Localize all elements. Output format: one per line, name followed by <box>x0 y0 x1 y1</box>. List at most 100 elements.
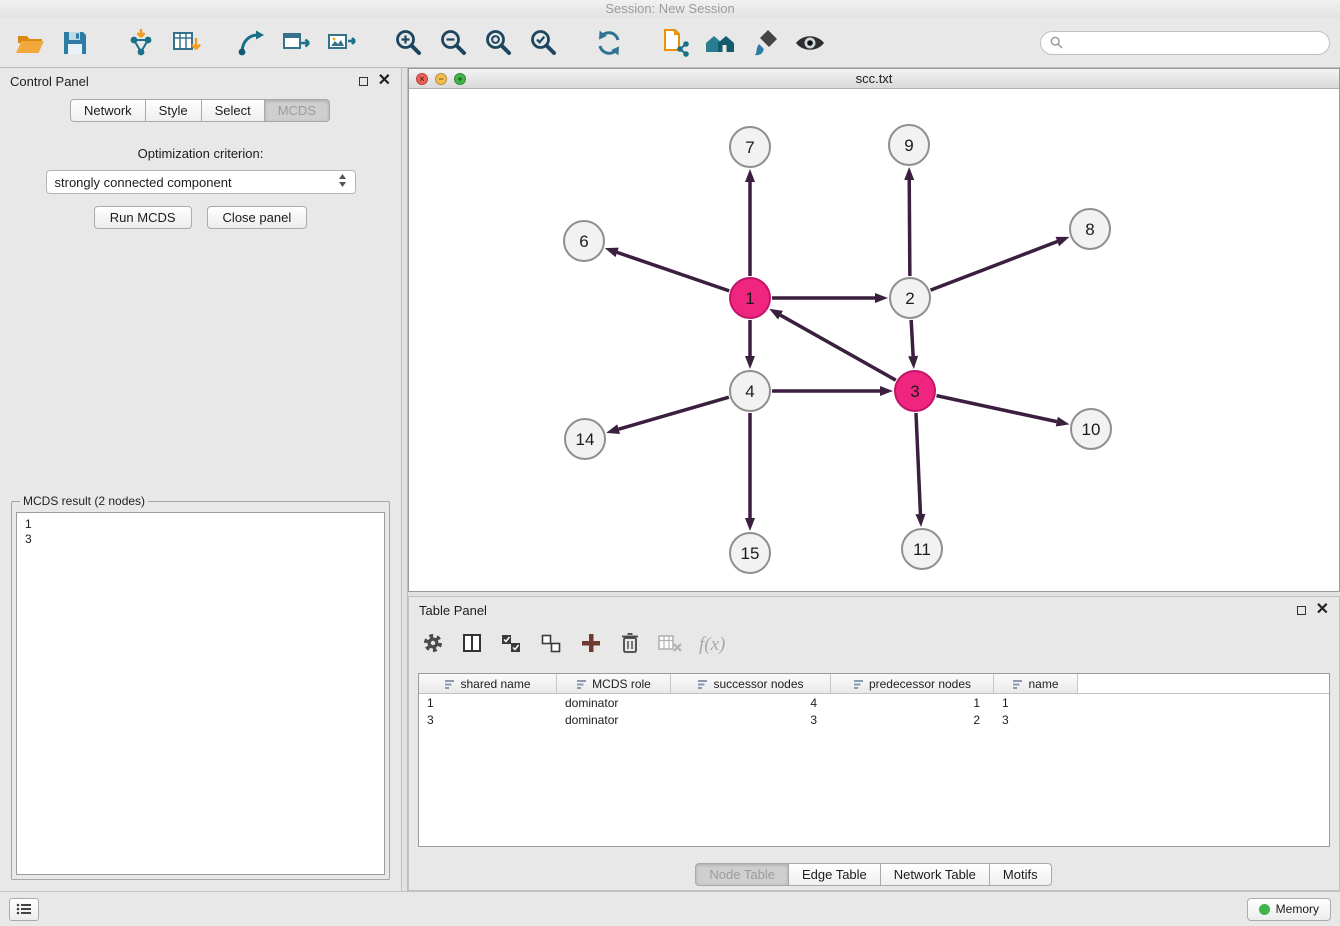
graph-edge-4-15[interactable] <box>745 413 755 531</box>
graph-node-9[interactable]: 9 <box>889 125 929 165</box>
tab-edge-table[interactable]: Edge Table <box>788 863 881 886</box>
graph-edge-2-3[interactable] <box>908 320 918 369</box>
svg-text:3: 3 <box>910 382 919 401</box>
float-table-panel-icon[interactable] <box>1297 606 1306 615</box>
run-mcds-button[interactable]: Run MCDS <box>94 206 192 229</box>
open-session-button[interactable] <box>10 23 50 63</box>
graph-node-15[interactable]: 15 <box>730 533 770 573</box>
style-brush-button[interactable] <box>745 23 785 63</box>
zoom-in-button[interactable] <box>388 23 428 63</box>
search-box[interactable] <box>1040 31 1330 55</box>
graph-edge-1-6[interactable] <box>605 248 729 291</box>
table-row[interactable]: 3dominator323 <box>419 711 1329 728</box>
graph-node-7[interactable]: 7 <box>730 127 770 167</box>
import-network-button[interactable] <box>121 23 161 63</box>
graph-node-3[interactable]: 3 <box>895 371 935 411</box>
mcds-result-list[interactable]: 13 <box>16 512 385 875</box>
zoom-out-icon <box>437 27 469 59</box>
graph-edge-1-2[interactable] <box>772 293 888 303</box>
split-columns-button[interactable] <box>461 632 483 659</box>
zoom-out-button[interactable] <box>433 23 473 63</box>
graph-edge-3-1[interactable] <box>769 309 896 380</box>
graph-edge-3-11[interactable] <box>915 413 925 527</box>
column-header-mcds-role[interactable]: MCDS role <box>557 674 671 693</box>
delete-column-button[interactable] <box>619 631 641 660</box>
table-cell[interactable]: dominator <box>557 696 671 710</box>
vertical-splitter[interactable] <box>401 68 408 891</box>
tab-mcds[interactable]: MCDS <box>264 99 330 122</box>
close-panel-button[interactable]: Close panel <box>207 206 308 229</box>
graph-node-10[interactable]: 10 <box>1071 409 1111 449</box>
window-minimize-button[interactable]: − <box>435 73 447 85</box>
graph-edge-4-14[interactable] <box>606 397 729 434</box>
style-brush-icon <box>749 27 781 59</box>
graph-edge-2-8[interactable] <box>931 237 1070 290</box>
column-header-successor-nodes[interactable]: successor nodes <box>671 674 831 693</box>
window-close-button[interactable]: × <box>416 73 428 85</box>
network-view-window: × − + scc.txt 7968124314101511 <box>408 68 1340 592</box>
add-column-button[interactable] <box>579 631 603 660</box>
save-session-button[interactable] <box>55 23 95 63</box>
mcds-result-line: 1 <box>25 517 376 532</box>
graph-node-11[interactable]: 11 <box>902 529 942 569</box>
tab-node-table[interactable]: Node Table <box>695 863 789 886</box>
table-cell[interactable]: dominator <box>557 713 671 727</box>
table-cell[interactable]: 1 <box>994 696 1078 710</box>
deselect-all-columns-button[interactable] <box>539 631 563 660</box>
window-zoom-button[interactable]: + <box>454 73 466 85</box>
close-table-panel-icon[interactable]: ✕ <box>1316 604 1329 616</box>
graph-node-4[interactable]: 4 <box>730 371 770 411</box>
function-builder-button[interactable]: f(x) <box>699 634 725 656</box>
graph-node-14[interactable]: 14 <box>565 419 605 459</box>
graph-node-6[interactable]: 6 <box>564 221 604 261</box>
svg-text:1: 1 <box>745 289 754 308</box>
task-history-button[interactable] <box>9 898 39 921</box>
table-cell[interactable]: 3 <box>994 713 1078 727</box>
table-cell[interactable]: 4 <box>671 696 831 710</box>
graph-node-8[interactable]: 8 <box>1070 209 1110 249</box>
tab-select[interactable]: Select <box>201 99 265 122</box>
network-from-document-button[interactable] <box>655 23 695 63</box>
column-header-name[interactable]: name <box>994 674 1078 693</box>
import-table-button[interactable] <box>166 23 206 63</box>
table-cell[interactable]: 1 <box>419 696 557 710</box>
graph-node-2[interactable]: 2 <box>890 278 930 318</box>
network-canvas[interactable]: 7 9 6 8 1 2 4 3 14 10 15 11 <box>409 89 1339 590</box>
table-cell[interactable]: 1 <box>831 696 994 710</box>
column-header-predecessor-nodes[interactable]: predecessor nodes <box>831 674 994 693</box>
share-network-icon <box>236 27 268 59</box>
refresh-view-button[interactable] <box>589 23 629 63</box>
close-panel-icon[interactable]: ✕ <box>378 75 391 87</box>
export-network-button[interactable] <box>277 23 317 63</box>
select-arrows-icon <box>338 173 347 188</box>
graph-edge-1-7[interactable] <box>745 169 755 276</box>
table-cell[interactable]: 3 <box>419 713 557 727</box>
graph-edge-3-10[interactable] <box>937 396 1070 427</box>
share-network-button[interactable] <box>232 23 272 63</box>
memory-button[interactable]: Memory <box>1247 898 1331 921</box>
import-network-icon <box>125 27 157 59</box>
home-button[interactable] <box>700 23 740 63</box>
tab-motifs[interactable]: Motifs <box>989 863 1052 886</box>
graph-edge-2-9[interactable] <box>904 167 914 276</box>
graph-edge-4-3[interactable] <box>772 386 893 396</box>
tab-style[interactable]: Style <box>145 99 202 122</box>
tab-network[interactable]: Network <box>70 99 146 122</box>
table-settings-button[interactable] <box>421 631 445 660</box>
export-image-button[interactable] <box>322 23 362 63</box>
graph-node-1[interactable]: 1 <box>730 278 770 318</box>
delete-table-button[interactable] <box>657 632 683 659</box>
float-panel-icon[interactable] <box>359 77 368 86</box>
table-cell[interactable]: 3 <box>671 713 831 727</box>
select-all-columns-button[interactable] <box>499 631 523 660</box>
table-row[interactable]: 1dominator411 <box>419 694 1329 711</box>
criterion-select[interactable]: strongly connected component <box>46 170 356 194</box>
graph-edge-1-4[interactable] <box>745 320 755 369</box>
zoom-selected-button[interactable] <box>523 23 563 63</box>
zoom-fit-button[interactable] <box>478 23 518 63</box>
search-input[interactable] <box>1068 36 1320 50</box>
show-details-button[interactable] <box>790 23 830 63</box>
column-header-shared-name[interactable]: shared name <box>419 674 557 693</box>
tab-network-table[interactable]: Network Table <box>880 863 990 886</box>
table-cell[interactable]: 2 <box>831 713 994 727</box>
